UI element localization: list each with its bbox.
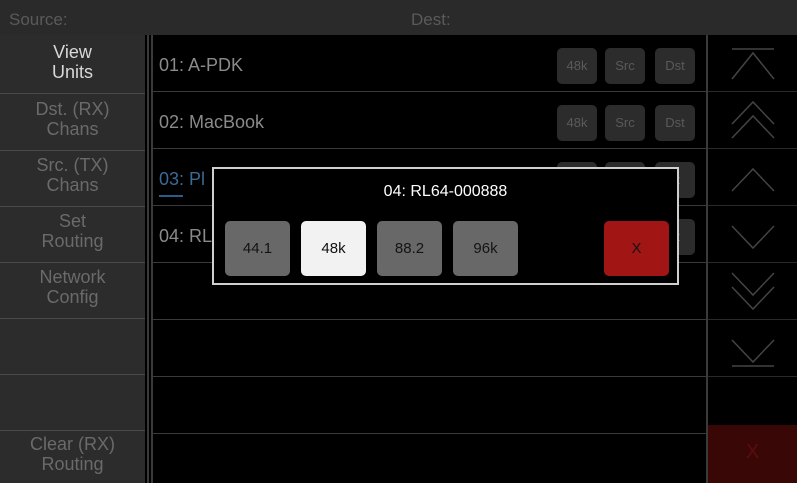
sidebar-item-label: Chans bbox=[46, 175, 99, 195]
rate-option-48k[interactable]: 48k bbox=[301, 221, 366, 276]
sidebar-item-clear-routing[interactable]: Clear (RX) Routing bbox=[0, 434, 145, 474]
line-up-icon bbox=[731, 167, 775, 192]
sidebar-divider bbox=[0, 150, 145, 151]
close-nav-button[interactable]: X bbox=[708, 425, 797, 483]
sidebar-item-dst-chans[interactable]: Dst. (RX) Chans bbox=[0, 99, 145, 139]
scroll-top-icon bbox=[731, 48, 775, 80]
sidebar-item-label: Routing bbox=[41, 454, 104, 474]
divider bbox=[147, 35, 149, 483]
close-label: X bbox=[746, 441, 760, 463]
dst-button[interactable]: Dst bbox=[655, 48, 695, 84]
scroll-bottom-icon bbox=[731, 339, 775, 367]
page-down-icon bbox=[731, 272, 775, 311]
list-item[interactable]: 01: A-PDK 48k Src Dst bbox=[153, 35, 706, 92]
rate-option-88-2[interactable]: 88.2 bbox=[377, 221, 442, 276]
line-down-button[interactable] bbox=[708, 206, 797, 263]
sidebar-item-label: Dst. (RX) bbox=[35, 99, 110, 119]
rate-option-96k[interactable]: 96k bbox=[453, 221, 518, 276]
page-up-button[interactable] bbox=[708, 92, 797, 149]
source-label: Source: bbox=[9, 10, 68, 29]
list-item bbox=[153, 377, 706, 434]
sidebar-divider bbox=[0, 374, 145, 375]
list-item bbox=[153, 320, 706, 377]
sidebar-divider bbox=[0, 206, 145, 207]
sample-rate-dialog: 04: RL64-000888 44.1 48k 88.2 96k X bbox=[212, 167, 679, 285]
sidebar-item-label: Network bbox=[39, 267, 106, 287]
sidebar: View Units Dst. (RX) Chans Src. (TX) Cha… bbox=[0, 35, 145, 483]
sidebar-divider bbox=[0, 93, 145, 94]
sidebar-item-src-chans[interactable]: Src. (TX) Chans bbox=[0, 155, 145, 195]
dest-label: Dest: bbox=[411, 10, 451, 29]
top-bar: Source: Dest: bbox=[0, 0, 797, 35]
dialog-close-button[interactable]: X bbox=[604, 221, 669, 276]
sidebar-divider bbox=[0, 318, 145, 319]
src-button[interactable]: Src bbox=[605, 105, 645, 141]
sidebar-item-set-routing[interactable]: Set Routing bbox=[0, 211, 145, 251]
dst-button[interactable]: Dst bbox=[655, 105, 695, 141]
selection-underline bbox=[159, 195, 183, 197]
unit-name: 04: RL bbox=[159, 226, 213, 246]
sidebar-item-label: Clear (RX) bbox=[29, 434, 115, 454]
rate-button[interactable]: 48k bbox=[557, 48, 597, 84]
dialog-title: 04: RL64-000888 bbox=[383, 183, 508, 200]
sidebar-item-label: Config bbox=[46, 287, 99, 307]
scroll-nav-panel: X bbox=[708, 35, 797, 483]
line-down-icon bbox=[731, 225, 775, 250]
sidebar-divider bbox=[0, 262, 145, 263]
sidebar-item-label: Chans bbox=[46, 119, 99, 139]
unit-name: 02: MacBook bbox=[159, 112, 265, 132]
page-down-button[interactable] bbox=[708, 263, 797, 320]
sidebar-item-label: Units bbox=[51, 62, 93, 82]
sidebar-item-label: Src. (TX) bbox=[36, 155, 109, 175]
page-up-icon bbox=[731, 100, 775, 139]
src-button[interactable]: Src bbox=[605, 48, 645, 84]
sidebar-item-label: View bbox=[53, 42, 92, 62]
sidebar-item-label: Routing bbox=[41, 231, 104, 251]
sidebar-item-label: Set bbox=[58, 211, 87, 231]
rate-option-44-1[interactable]: 44.1 bbox=[225, 221, 290, 276]
scroll-bottom-button[interactable] bbox=[708, 320, 797, 377]
sidebar-item-view-units[interactable]: View Units bbox=[0, 42, 145, 82]
line-up-button[interactable] bbox=[708, 149, 797, 206]
unit-name: 01: A-PDK bbox=[159, 55, 244, 75]
unit-name: 03: Pl bbox=[159, 169, 206, 189]
sidebar-item-network-config[interactable]: Network Config bbox=[0, 267, 145, 307]
rate-button[interactable]: 48k bbox=[557, 105, 597, 141]
list-item[interactable]: 02: MacBook 48k Src Dst bbox=[153, 92, 706, 149]
sidebar-divider bbox=[0, 430, 145, 431]
scroll-top-button[interactable] bbox=[708, 35, 797, 92]
